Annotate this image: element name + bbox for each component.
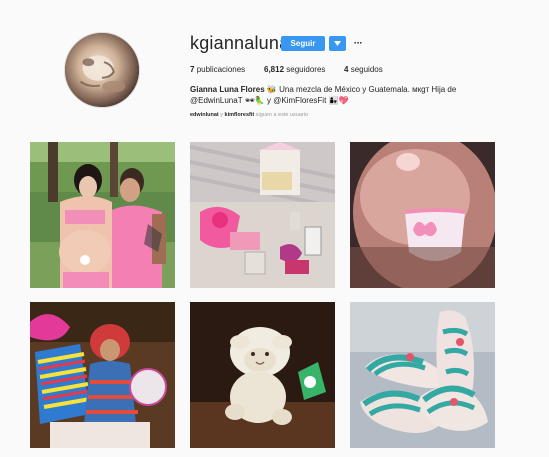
profile-stats: 7 publicaciones 6,812 seguidores 4 segui… xyxy=(190,65,383,74)
profile-username: kgiannaluna xyxy=(190,33,290,53)
post-thumbnail-plush-lamb-toy[interactable] xyxy=(190,302,335,448)
following-count: 4 xyxy=(344,65,349,74)
mother-daughter-heart-emoji-icon: 👩‍👧💖 xyxy=(328,96,349,105)
posts-stat: 7 publicaciones xyxy=(190,65,264,74)
more-options-button[interactable]: ··· xyxy=(352,36,364,51)
follower-edwinlunat-link[interactable]: edwinlunat xyxy=(190,112,219,118)
followed-by-and: y xyxy=(220,112,224,118)
bio-conjunction: y xyxy=(267,96,272,105)
followers-stat[interactable]: 6,812 seguidores xyxy=(264,65,344,74)
post-thumbnail-baby-belly-bib[interactable] xyxy=(350,142,495,288)
followers-count: 6,812 xyxy=(264,65,285,74)
followed-by-text: edwinlunat y kimfloresfit siguen a este … xyxy=(190,112,308,118)
posts-count: 7 xyxy=(190,65,195,74)
following-label: seguidos xyxy=(350,65,383,74)
suggestions-dropdown-button[interactable] xyxy=(329,36,346,51)
follow-button[interactable]: Seguir xyxy=(281,36,325,51)
full-name: Gianna Luna Flores xyxy=(190,85,265,94)
followers-label: seguidores xyxy=(286,65,326,74)
post-thumbnail-baby-gifts-table[interactable] xyxy=(190,142,335,288)
chevron-down-icon xyxy=(334,41,341,46)
bio-text: Una mezcla de México y Guatemala. мкgт H… xyxy=(279,85,457,94)
mention-kimfloresfit-link[interactable]: @KimFloresFit xyxy=(273,96,326,105)
bee-emoji-icon: 🐝 xyxy=(266,85,277,94)
post-thumbnail-baby-slip-on-shoes[interactable] xyxy=(350,302,495,448)
sunglasses-parrot-emoji-icon: 🕶🦜 xyxy=(244,96,265,105)
ultrasound-image xyxy=(65,33,139,107)
posts-label: publicaciones xyxy=(196,65,246,74)
followed-by-suffix: siguen a este usuario xyxy=(255,112,309,118)
following-stat[interactable]: 4 seguidos xyxy=(344,65,383,74)
follower-kimfloresfit-link[interactable]: kimfloresfit xyxy=(225,112,255,118)
post-thumbnail-couple-maternity-photo[interactable] xyxy=(30,142,175,288)
mention-edwinlunat-link[interactable]: @EdwinLunaT xyxy=(190,96,242,105)
profile-avatar xyxy=(64,32,140,108)
post-thumbnail-guatemalan-doll-gift[interactable] xyxy=(30,302,175,448)
profile-bio: Gianna Luna Flores 🐝 Una mezcla de Méxic… xyxy=(190,84,470,106)
